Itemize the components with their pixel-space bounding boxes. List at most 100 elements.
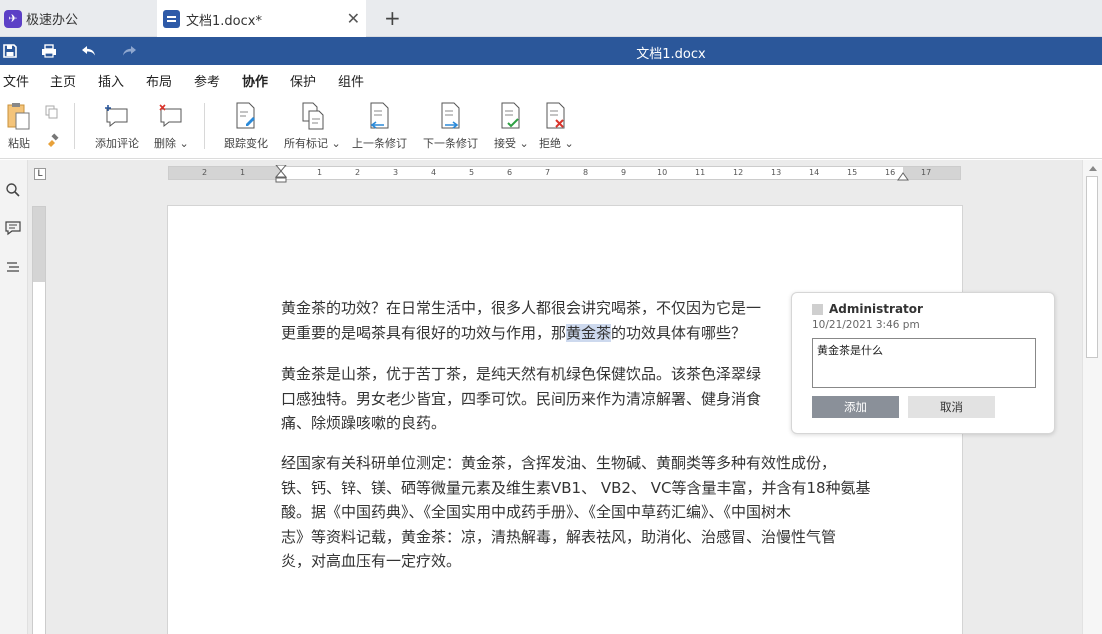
right-indent-marker-icon[interactable] — [897, 171, 909, 181]
ruler-tick-label: 13 — [771, 168, 782, 177]
scrollbar-thumb[interactable] — [1086, 176, 1098, 358]
ribbon-divider — [204, 103, 205, 149]
delete-comment-button[interactable]: 删除 ⌄ — [154, 101, 189, 151]
next-revision-button[interactable]: 下一条修订 — [423, 101, 478, 151]
text-line: 黄金茶是山茶，优于苦丁茶，是纯天然有机绿色保健饮品。该茶色泽翠绿 — [281, 365, 762, 383]
accept-icon — [496, 101, 526, 131]
comment-timestamp: 10/21/2021 3:46 pm — [812, 319, 920, 331]
menu-plugins[interactable]: 组件 — [338, 71, 364, 90]
left-side-panel — [0, 160, 28, 634]
comments-icon[interactable] — [3, 218, 23, 238]
menu-file[interactable]: 文件 — [3, 71, 29, 90]
paste-button[interactable]: 粘贴 — [4, 101, 34, 151]
commented-text[interactable]: 黄金茶 — [566, 323, 612, 342]
tab-label: 文档1.docx* — [186, 13, 262, 29]
vertical-ruler[interactable] — [32, 206, 46, 634]
track-changes-button[interactable]: 跟踪变化 — [224, 101, 268, 151]
menu-home[interactable]: 主页 — [50, 71, 76, 90]
document-icon — [163, 10, 180, 28]
ruler-tick-label: 5 — [469, 168, 475, 177]
delete-comment-icon — [156, 101, 186, 131]
add-comment-label: 添加评论 — [95, 137, 139, 150]
add-comment-icon — [102, 101, 132, 131]
add-comment-button[interactable]: 添加评论 — [95, 101, 139, 151]
menu-collaborate[interactable]: 协作 — [242, 71, 269, 96]
horizontal-ruler[interactable]: 2 1 1 2 3 4 5 6 7 8 9 10 11 12 13 14 15 … — [168, 165, 961, 183]
tab-bar: ✈ 极速办公 文档1.docx* ✕ + — [0, 0, 1102, 38]
format-painter-button[interactable] — [43, 131, 61, 153]
ruler-tick-label: 2 — [202, 168, 208, 177]
ruler-tick-label: 9 — [621, 168, 627, 177]
ribbon-divider — [74, 103, 75, 149]
menu-references[interactable]: 参考 — [194, 71, 220, 90]
search-icon[interactable] — [3, 180, 23, 200]
track-changes-label: 跟踪变化 — [224, 137, 268, 150]
ruler-top-margin — [33, 207, 45, 282]
ruler-tick-label: 8 — [583, 168, 589, 177]
menu-layout[interactable]: 布局 — [146, 71, 172, 90]
comment-author: Administrator — [829, 302, 923, 316]
ruler-left-margin — [169, 167, 281, 179]
paragraph-2[interactable]: 黄金茶是山茶，优于苦丁茶，是纯天然有机绿色保健饮品。该茶色泽翠绿 口感独特。男女… — [281, 362, 761, 436]
vertical-scrollbar[interactable] — [1082, 160, 1102, 634]
ruler-right-margin — [903, 167, 960, 179]
comment-text-input[interactable]: 黄金茶是什么 — [812, 338, 1036, 388]
paragraph-3[interactable]: 经国家有关科研单位测定：黄金茶，含挥发油、生物碱、黄酮类等多种有效性成份， 铁、… — [281, 451, 871, 574]
ribbon-toolbar: 粘贴 添加评论 删除 ⌄ 跟踪变化 所有标记 ⌄ 上一条修订 下一条修订 接受 … — [0, 93, 1102, 159]
text-line: 黄金茶的功效？在日常生活中，很多人都很会讲究喝茶，不仅因为它是一 — [281, 299, 762, 317]
paste-icon — [4, 101, 34, 131]
brush-icon — [43, 131, 61, 149]
all-markup-button[interactable]: 所有标记 ⌄ — [284, 101, 341, 151]
comment-popup: Administrator 10/21/2021 3:46 pm 黄金茶是什么 … — [791, 292, 1055, 434]
ruler-tick-label: 6 — [507, 168, 513, 177]
accept-label: 接受 ⌄ — [494, 137, 529, 150]
paste-label: 粘贴 — [8, 137, 30, 150]
track-changes-icon — [231, 101, 261, 131]
add-comment-submit-button[interactable]: 添加 — [812, 396, 899, 418]
title-bar: 文档1.docx — [0, 37, 1102, 65]
ruler-tick-label: 7 — [545, 168, 551, 177]
delete-label: 删除 ⌄ — [154, 137, 189, 150]
ruler-tick-label: 2 — [355, 168, 361, 177]
new-tab-icon[interactable]: + — [384, 6, 401, 30]
scroll-up-icon[interactable] — [1088, 164, 1098, 172]
app-logo-icon: ✈ — [4, 9, 22, 28]
prev-revision-label: 上一条修订 — [352, 137, 407, 150]
text-line: 铁、钙、锌、镁、硒等微量元素及维生素VB1、 VB2、 VC等含量丰富，并含有1… — [281, 478, 871, 497]
ruler-tick-label: 10 — [657, 168, 668, 177]
prev-revision-button[interactable]: 上一条修订 — [352, 101, 407, 151]
accept-button[interactable]: 接受 ⌄ — [494, 101, 529, 151]
ruler-tick-label: 3 — [393, 168, 399, 177]
navigation-icon[interactable] — [3, 258, 23, 278]
ruler-tick-label: 1 — [240, 168, 246, 177]
paragraph-1[interactable]: 黄金茶的功效？在日常生活中，很多人都很会讲究喝茶，不仅因为它是一 更重要的是喝茶… — [281, 296, 761, 345]
prev-revision-icon — [365, 101, 395, 131]
indent-marker-icon[interactable] — [275, 165, 287, 183]
text-line: 经国家有关科研单位测定：黄金茶，含挥发油、生物碱、黄酮类等多种有效性成份， — [281, 454, 837, 472]
ruler-tick-label: 16 — [885, 168, 896, 177]
ruler-tick-label: 14 — [809, 168, 820, 177]
markup-icon — [297, 101, 327, 131]
ruler-tick-label: 1 — [317, 168, 323, 177]
close-tab-icon[interactable]: ✕ — [347, 9, 360, 28]
copy-icon — [43, 103, 61, 121]
next-revision-icon — [436, 101, 466, 131]
reject-label: 拒绝 ⌄ — [539, 137, 574, 150]
menu-insert[interactable]: 插入 — [98, 71, 124, 90]
ruler-tick-label: 4 — [431, 168, 437, 177]
tab-stop-selector[interactable]: L — [34, 168, 46, 180]
ruler-tick-label: 12 — [733, 168, 744, 177]
menu-bar: 文件 主页 插入 布局 参考 协作 保护 组件 — [0, 65, 1102, 96]
tab-document[interactable]: 文档1.docx* ✕ — [157, 0, 366, 38]
text-line: 口感独特。男女老少皆宜，四季可饮。民间历来作为清凉解署、健身消食 — [281, 389, 762, 408]
reject-icon — [541, 101, 571, 131]
next-revision-label: 下一条修订 — [423, 137, 478, 150]
ruler-tick-label: 11 — [695, 168, 706, 177]
menu-protect[interactable]: 保护 — [290, 71, 316, 90]
copy-button[interactable] — [43, 103, 61, 125]
reject-button[interactable]: 拒绝 ⌄ — [539, 101, 574, 151]
ruler-tick-label: 15 — [847, 168, 858, 177]
ruler-tick-label: 17 — [921, 168, 932, 177]
tab-app-home[interactable]: ✈ 极速办公 — [0, 0, 154, 37]
cancel-button[interactable]: 取消 — [908, 396, 995, 418]
